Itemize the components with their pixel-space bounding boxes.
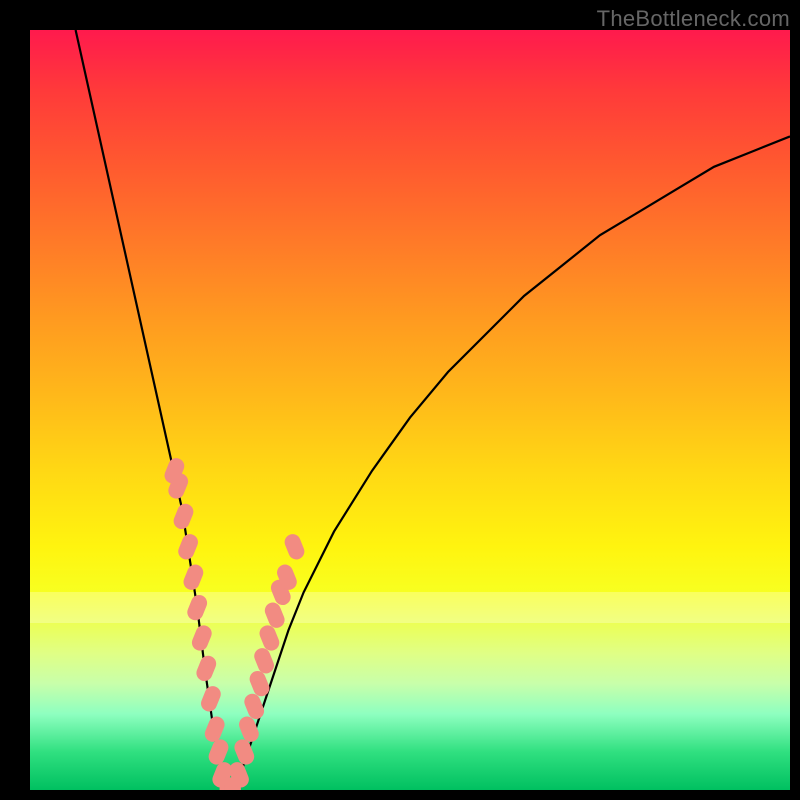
curve-marker xyxy=(185,593,210,623)
curve-marker xyxy=(282,532,307,562)
plot-area xyxy=(30,30,790,790)
curve-marker xyxy=(171,501,196,531)
watermark-text: TheBottleneck.com xyxy=(597,6,790,32)
curve-marker xyxy=(176,532,201,562)
curve-marker xyxy=(194,653,219,683)
curve-marker xyxy=(199,684,224,714)
curve-marker xyxy=(206,737,231,767)
curve-marker xyxy=(181,562,206,592)
curve-marker xyxy=(190,623,215,653)
curve-marker xyxy=(202,714,227,744)
chart-frame: TheBottleneck.com xyxy=(0,0,800,800)
curve-layer xyxy=(30,30,790,790)
marker-group xyxy=(162,456,307,790)
bottleneck-curve xyxy=(76,30,790,790)
